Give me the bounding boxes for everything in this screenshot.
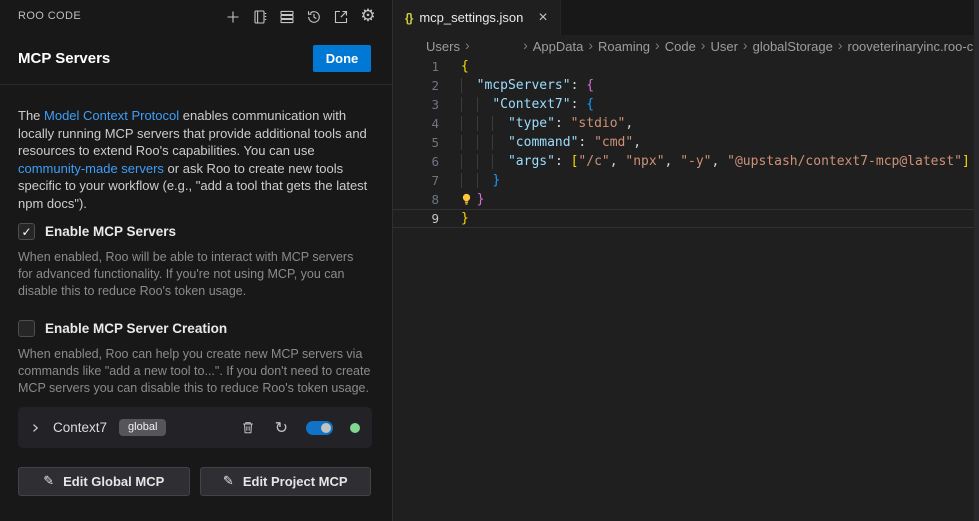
server-row-context7[interactable]: Context7 global ↻ xyxy=(18,407,372,448)
breadcrumb: Users › › AppData › Roaming › Code › User › globalS… xyxy=(393,35,979,57)
line-number: 1 xyxy=(393,57,439,76)
breadcrumb-item[interactable]: Roaming xyxy=(598,39,650,54)
panel-brand: ROO CODE xyxy=(18,10,81,22)
code-line-2: 2 "mcpServers": { xyxy=(393,76,979,95)
breadcrumb-item[interactable]: Code xyxy=(665,39,696,54)
breadcrumb-item[interactable]: AppData xyxy=(533,39,584,54)
roo-code-panel: ROO CODE ⚙ MCP Servers Done The Mo xyxy=(0,0,392,521)
code-line-8: 8 } xyxy=(393,190,979,209)
line-number: 3 xyxy=(393,95,439,114)
mcp-edit-buttons: ✎ Edit Global MCP ✎ Edit Project MCP xyxy=(18,467,371,496)
line-number: 8 xyxy=(393,190,439,209)
json-file-icon: {} xyxy=(405,11,412,25)
toggle-knob xyxy=(321,423,331,433)
panel-header-icons: ⚙ xyxy=(224,7,377,26)
tab-close-icon[interactable]: × xyxy=(538,10,547,26)
done-button[interactable]: Done xyxy=(313,45,371,72)
open-external-icon[interactable] xyxy=(332,7,350,26)
breadcrumb-item[interactable]: Users xyxy=(426,39,460,54)
lightbulb-icon[interactable] xyxy=(460,193,473,206)
edit-global-mcp-button[interactable]: ✎ Edit Global MCP xyxy=(18,467,190,496)
checkmark-icon: ✓ xyxy=(21,226,31,238)
breadcrumb-item[interactable]: User xyxy=(710,39,737,54)
enable-mcp-servers-description: When enabled, Roo will be able to intera… xyxy=(18,249,371,301)
enable-mcp-servers-checkbox[interactable]: ✓ xyxy=(18,223,35,240)
enable-mcp-server-creation-row: Enable MCP Server Creation xyxy=(18,320,227,337)
tab-filename: mcp_settings.json xyxy=(419,10,523,25)
line-number: 5 xyxy=(393,133,439,152)
mcp-description: The Model Context Protocol enables commu… xyxy=(18,107,377,213)
breadcrumb-separator-icon: › xyxy=(523,37,528,53)
page-title: MCP Servers xyxy=(18,50,110,67)
mcp-servers-icon[interactable] xyxy=(278,7,296,26)
pencil-icon: ✎ xyxy=(43,474,54,489)
code-editor-pane: {} mcp_settings.json × Users › › AppData › Ro… xyxy=(392,0,979,521)
code-line-6: 6 "args": ["/c", "npx", "-y", "@upstash/… xyxy=(393,152,979,171)
history-icon[interactable] xyxy=(305,7,323,26)
breadcrumb-separator-icon: › xyxy=(465,37,470,53)
line-number: 7 xyxy=(393,171,439,190)
line-number: 9 xyxy=(393,209,439,228)
tab-mcp-settings-json[interactable]: {} mcp_settings.json × xyxy=(393,0,561,35)
breadcrumb-separator-icon: › xyxy=(588,37,593,53)
breadcrumb-item[interactable]: globalStorage xyxy=(753,39,833,54)
header-divider xyxy=(0,84,392,85)
breadcrumb-separator-icon: › xyxy=(701,37,706,53)
pencil-icon: ✎ xyxy=(223,474,234,489)
edit-project-mcp-button[interactable]: ✎ Edit Project MCP xyxy=(200,467,372,496)
edit-global-mcp-label: Edit Global MCP xyxy=(63,474,164,489)
code-line-9: 9} xyxy=(393,209,979,228)
breadcrumb-separator-icon: › xyxy=(838,37,843,53)
line-number: 6 xyxy=(393,152,439,171)
panel-title-row: MCP Servers Done xyxy=(18,44,371,72)
restart-server-icon[interactable]: ↻ xyxy=(275,420,288,436)
description-text: The xyxy=(18,108,44,123)
server-enabled-toggle[interactable] xyxy=(306,421,333,435)
editor-tab-bar: {} mcp_settings.json × xyxy=(393,0,979,35)
line-number: 2 xyxy=(393,76,439,95)
settings-gear-icon[interactable]: ⚙ xyxy=(359,7,377,26)
server-status-dot xyxy=(350,423,360,433)
code-line-1: 1{ xyxy=(393,57,979,76)
notebook-icon[interactable] xyxy=(251,7,269,26)
inline-link[interactable]: community-made servers xyxy=(18,161,164,176)
enable-mcp-servers-label: Enable MCP Servers xyxy=(45,224,176,239)
enable-mcp-server-creation-checkbox[interactable] xyxy=(18,320,35,337)
enable-mcp-servers-row: ✓ Enable MCP Servers xyxy=(18,223,176,240)
edit-project-mcp-label: Edit Project MCP xyxy=(243,474,348,489)
code-line-7: 7 } xyxy=(393,171,979,190)
code-line-5: 5 "command": "cmd", xyxy=(393,133,979,152)
inline-link[interactable]: Model Context Protocol xyxy=(44,108,179,123)
enable-mcp-server-creation-description: When enabled, Roo can help you create ne… xyxy=(18,346,371,398)
server-scope-badge: global xyxy=(119,419,166,436)
scrollbar[interactable] xyxy=(974,0,979,521)
chevron-right-icon[interactable] xyxy=(29,422,41,434)
app-window: ROO CODE ⚙ MCP Servers Done The Mo xyxy=(0,0,979,521)
breadcrumb-separator-icon: › xyxy=(655,37,660,53)
breadcrumb-item[interactable]: rooveterinaryinc.roo-cli xyxy=(848,39,979,54)
line-number: 4 xyxy=(393,114,439,133)
add-icon[interactable] xyxy=(224,7,242,26)
code-line-3: 3 "Context7": { xyxy=(393,95,979,114)
server-name: Context7 xyxy=(53,420,107,435)
code-area: 1{2 "mcpServers": {3 "Context7": {4 "typ… xyxy=(393,57,979,521)
delete-server-icon[interactable] xyxy=(241,420,255,435)
breadcrumb-separator-icon: › xyxy=(743,37,748,53)
code-line-4: 4 "type": "stdio", xyxy=(393,114,979,133)
enable-mcp-server-creation-label: Enable MCP Server Creation xyxy=(45,321,227,336)
